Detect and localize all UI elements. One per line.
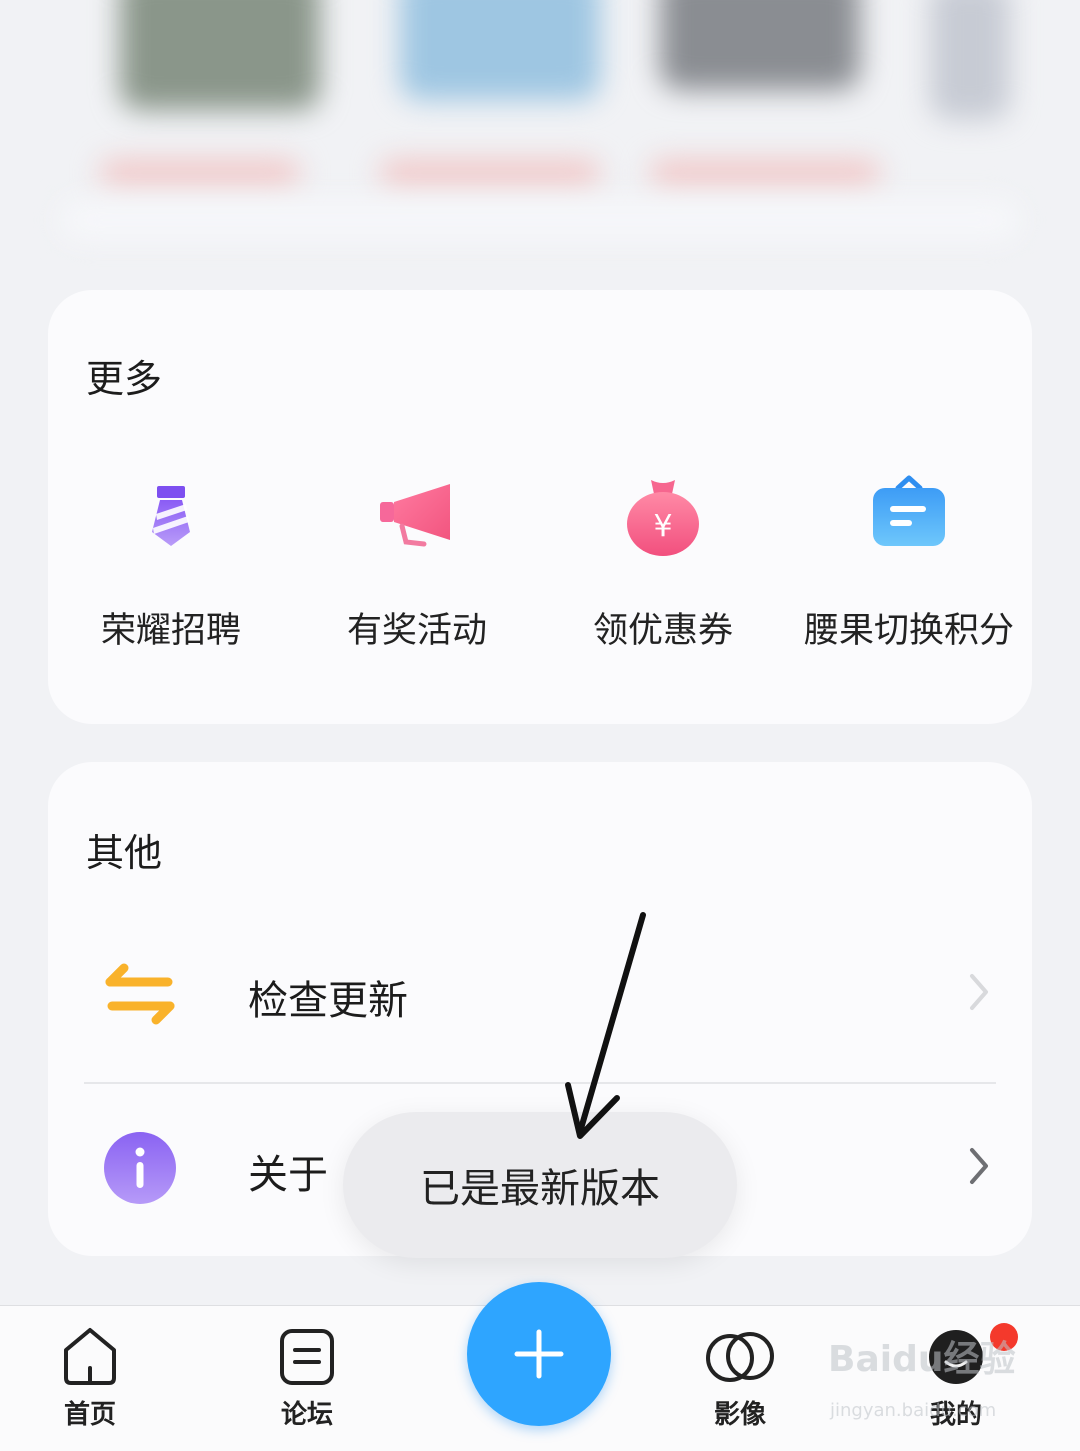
tab-label: 首页 <box>63 1400 116 1430</box>
tab-home[interactable]: 首页 <box>30 1326 150 1431</box>
more-card: 更多 荣耀招聘 有奖活动 ¥ 领优惠券 腰果切换积分 <box>48 290 1032 724</box>
blurred-top-content <box>0 0 1080 270</box>
watermark-title: Baidu经验 <box>828 1339 1016 1380</box>
baidu-watermark: Baidu经验 jingyan.baidu.com <box>828 1330 1028 1430</box>
swap-arrows-icon <box>105 963 175 1025</box>
row-divider <box>84 1082 996 1084</box>
chevron-right-icon <box>970 1148 988 1184</box>
tab-forum[interactable]: 论坛 <box>247 1326 367 1431</box>
grid-item-label: 领优惠券 <box>592 611 733 651</box>
home-icon <box>64 1328 116 1385</box>
tab-label: 影像 <box>713 1400 766 1430</box>
info-icon <box>104 1132 176 1204</box>
megaphone-icon <box>380 484 450 547</box>
tab-label: 论坛 <box>280 1400 333 1430</box>
image-rings-icon <box>706 1332 774 1382</box>
watermark-url: jingyan.baidu.com <box>830 1400 997 1421</box>
add-button[interactable] <box>467 1282 611 1426</box>
grid-item-label: 腰果切换积分 <box>803 611 1014 651</box>
check-update-label: 检查更新 <box>248 978 408 1024</box>
bag-icon <box>873 475 945 546</box>
plus-icon <box>514 1329 564 1379</box>
grid-item-label: 有奖活动 <box>346 611 487 651</box>
tie-icon <box>152 486 190 546</box>
grid-item-activities[interactable]: 有奖活动 <box>297 470 537 653</box>
more-section-title: 更多 <box>86 357 163 401</box>
check-update-row[interactable]: 检查更新 <box>48 912 1032 1082</box>
about-label: 关于 <box>248 1152 328 1198</box>
chevron-right-icon <box>970 974 988 1010</box>
money-bag-icon: ¥ <box>627 480 699 556</box>
grid-item-coupons[interactable]: ¥ 领优惠券 <box>543 470 783 653</box>
grid-item-recruitment[interactable]: 荣耀招聘 <box>51 470 291 653</box>
tab-image[interactable]: 影像 <box>680 1326 800 1431</box>
other-section-title: 其他 <box>86 831 163 875</box>
toast-latest-version: 已是最新版本 <box>343 1112 737 1258</box>
forum-icon <box>280 1329 334 1385</box>
svg-text:¥: ¥ <box>653 509 672 544</box>
grid-item-label: 荣耀招聘 <box>100 611 241 651</box>
grid-item-points-switch[interactable]: 腰果切换积分 <box>789 470 1029 653</box>
